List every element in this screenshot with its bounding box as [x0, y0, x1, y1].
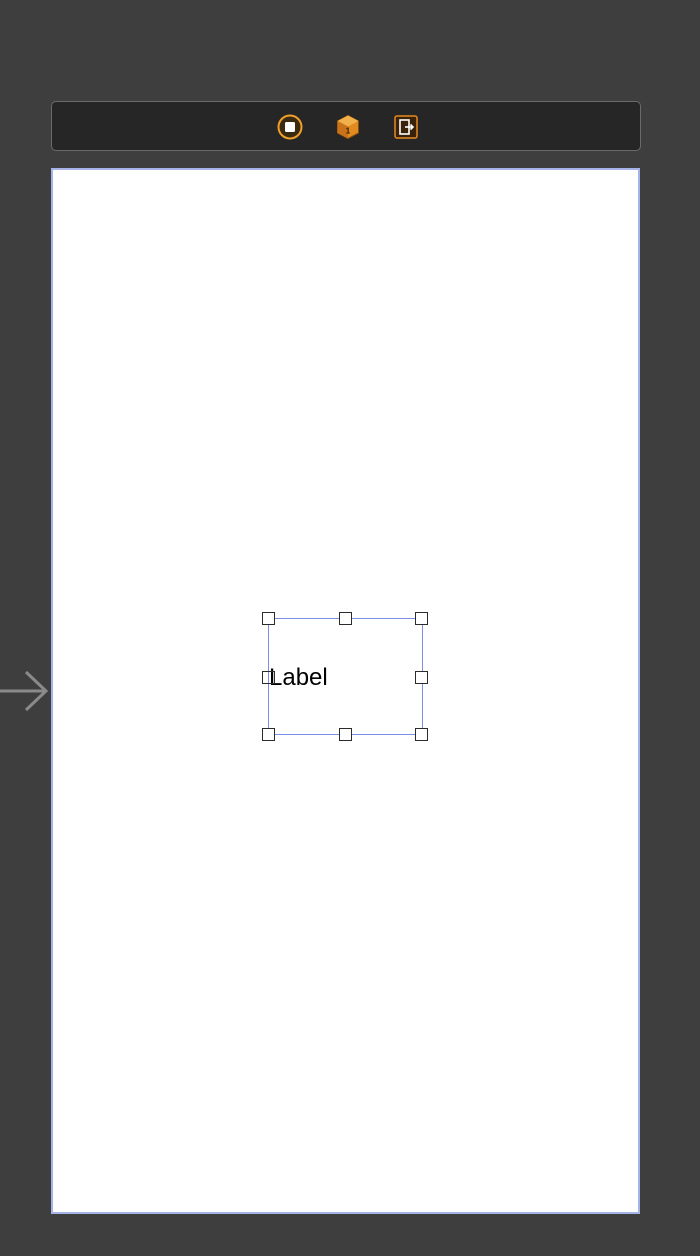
- label-selection-box[interactable]: Label: [262, 612, 428, 741]
- resize-handle-middle-left[interactable]: [262, 671, 275, 684]
- storyboard-canvas[interactable]: 1 Label: [0, 0, 700, 1256]
- svg-text:1: 1: [346, 127, 351, 136]
- resize-handle-bottom-right[interactable]: [415, 728, 428, 741]
- view-controller-icon[interactable]: [277, 114, 303, 140]
- resize-handle-bottom-center[interactable]: [339, 728, 352, 741]
- label-text: Label: [269, 664, 328, 691]
- entry-arrow-icon[interactable]: [0, 666, 52, 716]
- first-responder-icon[interactable]: 1: [335, 114, 361, 140]
- resize-handle-top-right[interactable]: [415, 612, 428, 625]
- resize-handle-top-left[interactable]: [262, 612, 275, 625]
- exit-icon[interactable]: [393, 114, 419, 140]
- resize-handle-bottom-left[interactable]: [262, 728, 275, 741]
- resize-handle-middle-right[interactable]: [415, 671, 428, 684]
- resize-handle-top-center[interactable]: [339, 612, 352, 625]
- scene-dock: 1: [51, 101, 641, 151]
